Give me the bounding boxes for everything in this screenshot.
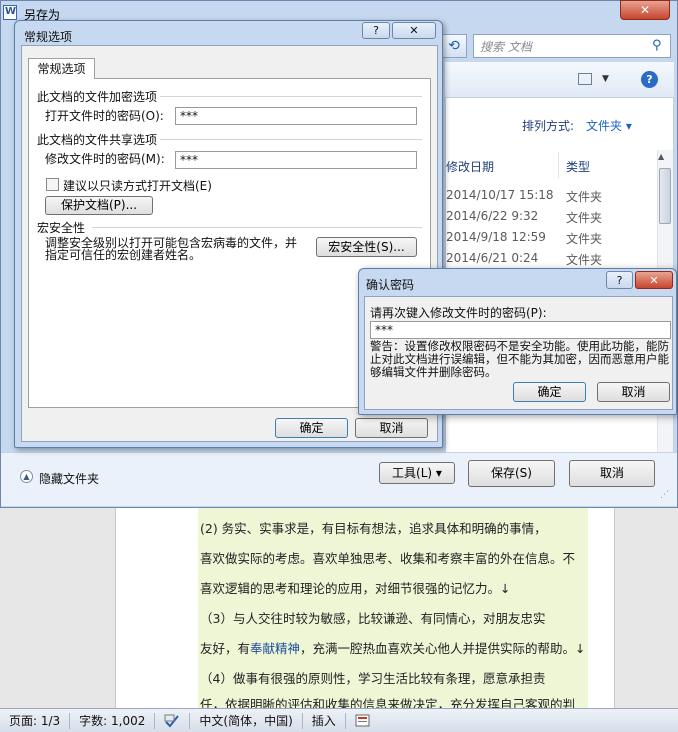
scrollbar-thumb[interactable] (659, 168, 671, 224)
doc-line: 喜欢逻辑的思考和理论的应用，对细节很强的记忆力。↓ (200, 581, 511, 596)
tools-button[interactable]: 工具(L) ▾ (379, 462, 455, 484)
file-row-type[interactable]: 文件夹 (566, 188, 602, 205)
chevron-down-icon[interactable]: ▼ (602, 74, 609, 84)
ok-button[interactable]: 确定 (513, 382, 586, 402)
view-icon[interactable] (578, 73, 592, 85)
readonly-label[interactable]: 建议以只读方式打开文档(E) (63, 177, 212, 194)
dialog-title: 确认密码 (366, 278, 415, 292)
divider (160, 96, 422, 97)
column-header-type[interactable]: 类型 (566, 158, 590, 175)
doc-text: 友好，有 (200, 641, 251, 656)
modify-password-field[interactable]: *** (175, 151, 417, 169)
file-row-date[interactable]: 2014/6/21 0:24 (446, 251, 538, 265)
protect-document-button[interactable]: 保护文档(P)... (45, 196, 153, 215)
column-header-date[interactable]: 修改日期 (446, 158, 494, 175)
file-row-type[interactable]: 文件夹 (566, 209, 602, 226)
save-button[interactable]: 保存(S) (468, 460, 555, 487)
macro-description: 调整安全级别以打开可能包含宏病毒的文件，并指定可信任的宏创建者姓名。 (45, 236, 298, 262)
help-button[interactable]: ? (362, 22, 390, 39)
ok-button[interactable]: 确定 (275, 418, 348, 438)
word-count[interactable]: 字数: 1,002 (70, 712, 156, 729)
reenter-password-label: 请再次键入修改文件时的密码(P): (370, 306, 547, 320)
macro-record-icon[interactable] (346, 713, 380, 729)
page-count[interactable]: 页面: 1/3 (0, 712, 71, 729)
doc-line: (2) 务实、实事求是，有目标有想法，追求具体和明确的事情， (200, 521, 547, 536)
word-app-icon (3, 5, 17, 20)
sort-label: 排列方式: (522, 119, 575, 133)
close-button[interactable]: ✕ (392, 22, 436, 39)
divider (160, 139, 422, 140)
sort-dropdown[interactable]: 文件夹 ▾ (586, 117, 632, 134)
search-placeholder: 搜索 文档 (480, 40, 532, 54)
language-indicator[interactable]: 中文(简体，中国) (190, 712, 303, 729)
tools-label: 工具(L) (392, 466, 433, 480)
macro-section-label: 宏安全性 (37, 221, 86, 235)
cancel-button[interactable]: 取消 (569, 460, 655, 487)
file-row-date[interactable]: 2014/10/17 15:18 (446, 188, 554, 202)
close-button[interactable]: ✕ (620, 0, 670, 20)
encrypt-section-label: 此文档的文件加密选项 (37, 90, 158, 104)
divider (92, 227, 422, 228)
doc-text: ，充满一腔热血喜欢关心他人并提供实际的帮助。↓ (300, 641, 586, 656)
search-icon[interactable]: ⚲ (652, 38, 662, 53)
dialog-title: 常规选项 (24, 30, 73, 44)
status-bar: 页面: 1/3 字数: 1,002 中文(简体，中国) 插入 (0, 708, 678, 732)
doc-link-text: 奉献精神 (250, 641, 301, 656)
resize-grip-icon[interactable]: ⋰ (660, 490, 669, 500)
warning-text: 警告：设置修改权限密码不是安全功能。使用此功能，能防止对此文档进行误编辑，但不能… (370, 339, 669, 379)
file-row-type[interactable]: 文件夹 (566, 251, 602, 268)
file-row-date[interactable]: 2014/9/18 12:59 (446, 230, 546, 244)
chevron-down-icon: ▾ (435, 466, 442, 480)
explorer-toolbar (445, 62, 674, 97)
refresh-icon[interactable]: ⟲ (441, 34, 467, 58)
modify-password-label: 修改文件时的密码(M): (45, 152, 165, 166)
help-button[interactable]: ? (606, 271, 633, 289)
cancel-button[interactable]: 取消 (355, 418, 428, 438)
open-password-field[interactable]: *** (175, 107, 417, 125)
doc-line: 友好，有奉献精神，充满一腔热血喜欢关心他人并提供实际的帮助。↓ (200, 638, 595, 660)
column-divider[interactable] (558, 152, 559, 178)
doc-line: （4）做事有很强的原则性，学习生活比较有条理，愿意承担责 (200, 671, 546, 686)
close-button[interactable]: ✕ (635, 271, 673, 289)
hide-folders-link[interactable]: 隐藏文件夹 (39, 470, 99, 487)
collapse-icon[interactable]: ▲ (20, 470, 33, 483)
help-icon[interactable]: ? (641, 71, 658, 88)
proofing-icon[interactable] (155, 712, 191, 729)
doc-line: 喜欢做实际的考虑。喜欢单独思考、收集和考察丰富的外在信息。不 (200, 551, 576, 566)
open-password-label: 打开文件时的密码(O): (45, 109, 164, 123)
scroll-up-icon[interactable]: ▲ (658, 152, 664, 161)
insert-mode[interactable]: 插入 (303, 712, 346, 729)
cancel-button[interactable]: 取消 (597, 382, 670, 402)
file-row-date[interactable]: 2014/6/22 9:32 (446, 209, 538, 223)
readonly-checkbox[interactable] (46, 178, 59, 191)
share-section-label: 此文档的文件共享选项 (37, 133, 158, 147)
file-row-type[interactable]: 文件夹 (566, 230, 602, 247)
macro-security-button[interactable]: 宏安全性(S)... (316, 237, 417, 257)
tab-general-options[interactable]: 常规选项 (28, 58, 95, 79)
doc-line: （3）与人交往时较为敏感，比较谦逊、有同情心，对朋友忠实 (200, 611, 546, 626)
reenter-password-field[interactable]: *** (370, 321, 671, 339)
